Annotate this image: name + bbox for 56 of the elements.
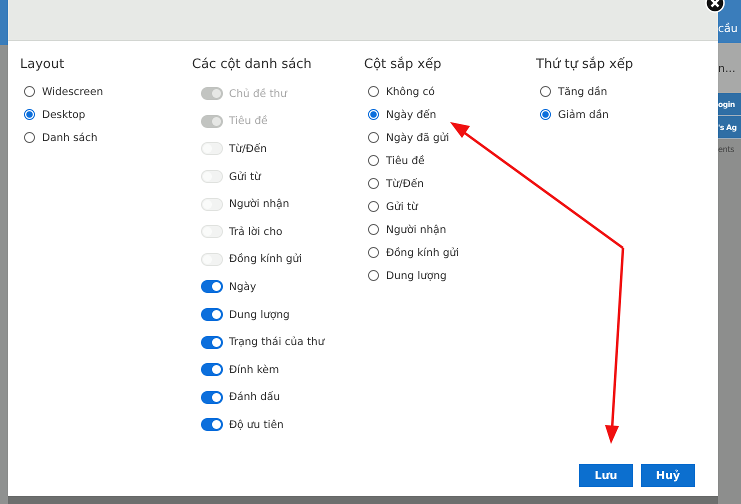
column-heading: Các cột danh sách bbox=[192, 57, 313, 72]
radio-button[interactable] bbox=[24, 132, 35, 143]
radio-button[interactable] bbox=[540, 109, 551, 120]
option-label: Đánh dấu bbox=[229, 391, 280, 404]
toggle-switch[interactable] bbox=[201, 336, 223, 349]
option-label: Tiêu đề bbox=[229, 115, 268, 128]
option-label: Ngày bbox=[229, 280, 256, 293]
option-label[interactable]: Tăng dần bbox=[558, 86, 608, 98]
toggle-switch[interactable] bbox=[201, 308, 223, 322]
radio-button[interactable] bbox=[368, 224, 379, 235]
radio-button[interactable] bbox=[368, 109, 379, 120]
radio-button[interactable] bbox=[368, 201, 379, 212]
radio-button[interactable] bbox=[368, 247, 379, 258]
option-label: Gửi từ bbox=[229, 170, 261, 183]
radio-button[interactable] bbox=[368, 155, 379, 166]
radio-button[interactable] bbox=[24, 86, 35, 97]
radio-button[interactable] bbox=[24, 109, 35, 120]
radio-button[interactable] bbox=[368, 132, 379, 143]
column-heading: Thứ tự sắp xếp bbox=[536, 57, 634, 72]
option-label: Trả lời cho bbox=[229, 226, 282, 238]
option-label: Trạng thái của thư bbox=[229, 336, 324, 348]
radio-button[interactable] bbox=[540, 86, 551, 97]
toggle-switch[interactable] bbox=[201, 418, 223, 432]
option-label[interactable]: Từ/Đến bbox=[386, 178, 424, 190]
page-text: ents bbox=[718, 145, 734, 154]
column-heading: Layout bbox=[20, 57, 66, 72]
option-label[interactable]: Không có bbox=[386, 86, 435, 98]
option-label[interactable]: Gửi từ bbox=[386, 200, 418, 212]
option-label: Đồng kính gửi bbox=[229, 253, 302, 266]
option-label[interactable]: Ngày đã gửi bbox=[386, 132, 450, 144]
option-label[interactable]: Widescreen bbox=[42, 86, 104, 98]
radio-button[interactable] bbox=[368, 178, 379, 189]
dialog-button[interactable]: Lưu bbox=[579, 464, 633, 487]
page-text: n... bbox=[718, 62, 736, 74]
option-label: Đính kèm bbox=[229, 364, 280, 376]
page-text: cầu bbox=[718, 22, 738, 35]
radio-button[interactable] bbox=[368, 270, 379, 281]
option-label: Chủ đề thư bbox=[229, 88, 287, 100]
radio-button[interactable] bbox=[368, 86, 379, 97]
option-label: Dung lượng bbox=[229, 308, 290, 321]
option-label[interactable]: Danh sách bbox=[42, 132, 98, 144]
option-label[interactable]: Đồng kính gửi bbox=[386, 246, 460, 258]
option-label[interactable]: Người nhận bbox=[386, 224, 446, 236]
option-label: Từ/Đến bbox=[229, 142, 267, 155]
option-label: Người nhận bbox=[229, 198, 290, 210]
toggle-switch[interactable] bbox=[201, 363, 223, 376]
option-label[interactable]: Giảm dần bbox=[558, 108, 609, 120]
column-heading: Cột sắp xếp bbox=[364, 57, 442, 72]
option-label[interactable]: Dung lượng bbox=[386, 270, 447, 282]
option-label[interactable]: Desktop bbox=[42, 108, 86, 120]
dialog-button[interactable]: Huỷ bbox=[641, 464, 695, 487]
toggle-switch[interactable] bbox=[201, 390, 223, 404]
option-label[interactable]: Tiêu đề bbox=[386, 154, 425, 166]
toggle-switch[interactable] bbox=[201, 280, 223, 294]
option-label: Độ ưu tiên bbox=[229, 418, 284, 431]
option-label[interactable]: Ngày đến bbox=[386, 108, 436, 120]
